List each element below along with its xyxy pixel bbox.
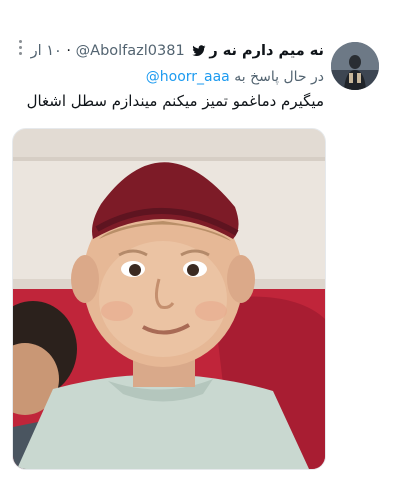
reply-prefix: در حال پاسخ به (234, 69, 324, 85)
tweet-time[interactable]: ۱۰ ار (31, 43, 62, 59)
tweet-image[interactable] (12, 128, 326, 470)
tweet-header: نه میم دارم نه ر @Abolfazl0381 · ۱۰ ار (31, 40, 324, 64)
reply-context: در حال پاسخ به @hoorr_aaa (34, 66, 324, 88)
bird-icon (192, 42, 206, 64)
avatar[interactable] (331, 42, 379, 90)
tweet-text: میگیرم دماغمو تمیز میکنم میندازم سطل اشغ… (26, 92, 324, 110)
user-handle[interactable]: @Abolfazl0381 (76, 43, 185, 59)
more-options-icon[interactable] (16, 40, 24, 58)
display-name[interactable]: نه میم دارم نه ر (209, 43, 324, 59)
reply-handle-link[interactable]: @hoorr_aaa (146, 69, 230, 85)
tweet-screenshot: نه میم دارم نه ر @Abolfazl0381 · ۱۰ ار د… (0, 0, 400, 492)
